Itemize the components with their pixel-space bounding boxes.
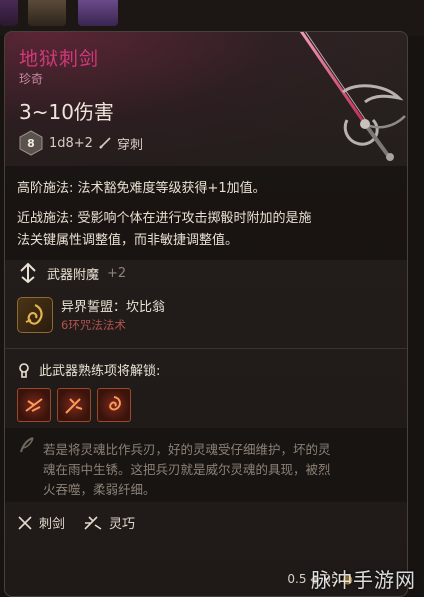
spell-row[interactable]: 异界誓盟：坎比翁 6环咒法法术 <box>17 296 165 333</box>
flourish-icon[interactable] <box>57 388 91 422</box>
mastery-label: 此武器熟练项将解锁: <box>39 364 161 379</box>
item-damage: 3~10伤害 <box>19 100 114 124</box>
item-tooltip: 地狱刺剑 珍奇 3~10伤害 8 1d8+2 穿刺 高阶施法: 法术豁免难度等级… <box>4 31 408 597</box>
finesse-icon <box>84 515 102 530</box>
flavor-line: 若是将灵魂比作兵刃，好的灵魂受仔细维护，坏的灵 <box>43 442 331 457</box>
weapon-trait-label: 灵巧 <box>109 517 136 532</box>
enchant-hex-icon: 8 <box>19 130 43 156</box>
property-high-casting: 高阶施法: 法术豁免难度等级获得+1加值。 <box>17 181 266 196</box>
damage-row: 8 1d8+2 穿刺 <box>19 130 143 156</box>
property-melee-casting-2: 法关键属性调整值，而非敏捷调整值。 <box>17 233 239 248</box>
spell-name: 异界誓盟：坎比翁 <box>61 300 166 315</box>
enchant-label: 武器附魔 <box>47 267 100 283</box>
piercing-icon <box>99 137 111 149</box>
inventory-slot[interactable] <box>0 0 18 26</box>
mastery-icons <box>17 388 131 422</box>
flavor-line: 火吞噬，柔弱纤细。 <box>43 482 156 497</box>
rapier-type-icon <box>18 515 32 530</box>
spell-level: 6环咒法法术 <box>61 318 126 332</box>
item-name: 地狱刺剑 <box>19 48 100 70</box>
inventory-slot[interactable] <box>78 0 118 26</box>
slash-icon[interactable] <box>17 388 51 422</box>
weapon-enchant-icon <box>20 262 36 284</box>
quill-icon <box>20 437 34 453</box>
swirl-icon[interactable] <box>97 388 131 422</box>
proficiency-icon <box>19 362 29 378</box>
flavor-line: 魂在雨中生锈。这把兵刃就是威尔灵魂的具现，被烈 <box>43 462 331 477</box>
divider <box>5 348 407 349</box>
watermark: 脉冲手游网 <box>311 568 416 592</box>
flavor-text: 若是将灵魂比作兵刃，好的灵魂受仔细维护，坏的灵 魂在雨中生锈。这把兵刃就是威尔灵… <box>43 440 399 500</box>
property-melee-casting-1: 近战施法: 受影响个体在进行攻击掷骰时附加的是施 <box>17 211 312 226</box>
enchant-badge: 8 <box>27 136 35 150</box>
enchant-value: +2 <box>107 265 127 281</box>
spell-icon[interactable] <box>17 296 53 333</box>
item-rarity: 珍奇 <box>19 72 44 86</box>
weapon-type: 刺剑 <box>17 513 65 532</box>
damage-type: 穿刺 <box>116 137 143 153</box>
inventory-slot[interactable] <box>28 0 66 26</box>
weapon-type-label: 刺剑 <box>39 517 66 532</box>
weight-value: 0.5 <box>287 572 307 586</box>
weapon-trait: 灵巧 <box>83 513 135 532</box>
enchant-row: 武器附魔 +2 <box>17 262 126 284</box>
footer: 刺剑 灵巧 <box>17 513 135 532</box>
mastery-row: 此武器熟练项将解锁: <box>17 360 160 379</box>
damage-dice: 1d8+2 <box>49 135 93 151</box>
rapier-icon <box>299 32 406 161</box>
